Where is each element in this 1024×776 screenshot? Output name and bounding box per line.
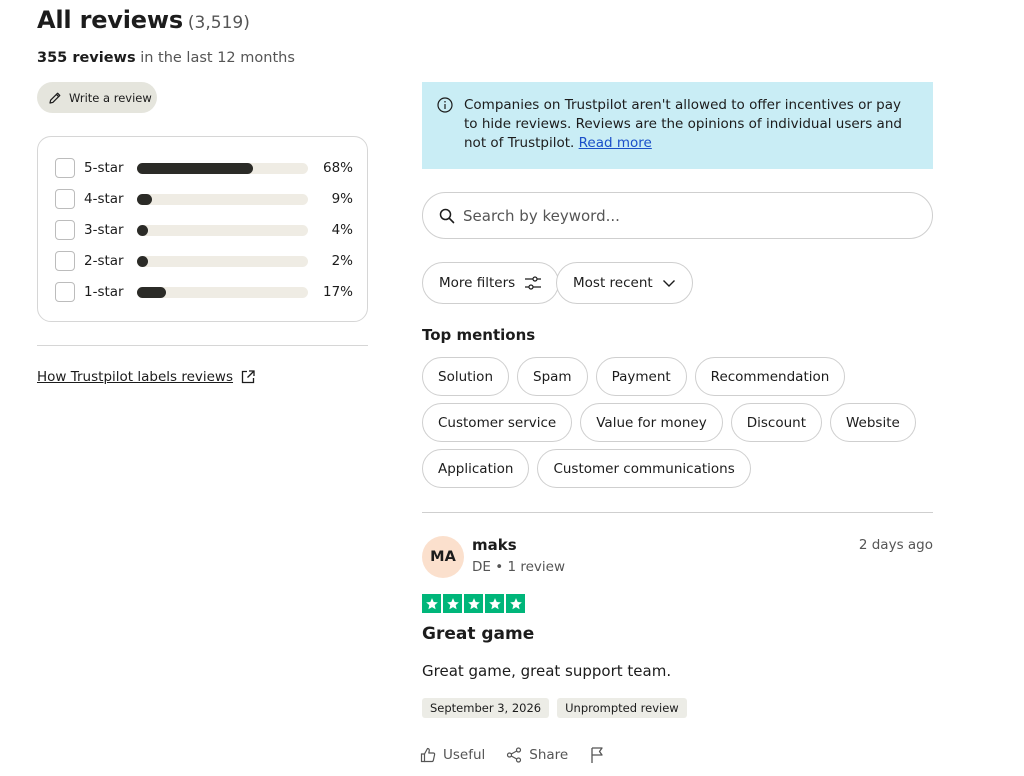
mention-chip[interactable]: Discount [730,403,822,442]
reviewer-name[interactable]: maks [472,536,517,554]
rating-row[interactable]: 5-star 68% [55,157,353,179]
review-tags: September 3, 2026 Unprompted review [422,698,687,718]
rating-percent: 9% [331,191,353,207]
star-icon [506,594,525,613]
rating-distribution: 5-star 68% 4-star 9% 3-star 4% 2-star 2% 1-star 1… [37,136,368,322]
rating-filter-checkbox[interactable] [55,251,75,271]
notice-text: Companies on Trustpilot aren't allowed t… [464,97,902,151]
mention-chip[interactable]: Value for money [580,403,723,442]
rating-filter-checkbox[interactable] [55,282,75,302]
rating-label: 1-star [84,284,124,300]
info-icon [437,97,453,113]
incentives-notice: Companies on Trustpilot aren't allowed t… [422,82,933,169]
rating-bar-fill [137,286,166,298]
reviews-heading: All reviews (3,519) [37,6,250,34]
rating-label: 2-star [84,253,124,269]
rating-percent: 68% [322,160,353,176]
rating-label: 5-star [84,160,124,176]
flag-icon [591,747,603,763]
review-relative-date: 2 days ago [858,537,933,553]
top-mentions-list: Solution Spam Payment Recommendation Custome… [422,357,937,488]
rating-label: 3-star [84,222,124,238]
more-filters-button[interactable]: More filters [422,262,560,304]
report-flag-button[interactable] [589,746,612,764]
write-review-button[interactable]: Write a review [37,82,157,113]
star-rating [422,594,525,613]
rating-percent: 17% [322,284,353,300]
mention-chip[interactable]: Recommendation [694,357,846,396]
sort-label: Most recent [573,275,653,291]
rating-row[interactable]: 1-star 17% [55,281,353,303]
pencil-icon [49,92,61,104]
write-review-label: Write a review [69,90,152,105]
review-actions: Useful Share [420,746,633,764]
share-button[interactable]: Share [506,747,568,763]
rating-row[interactable]: 3-star 4% [55,219,353,241]
reviewer-meta: DE • 1 review [472,559,565,575]
total-review-count: (3,519) [187,13,250,33]
mention-chip[interactable]: Customer communications [537,449,751,488]
external-link-icon [241,370,255,384]
right-divider [422,512,933,513]
read-more-link[interactable]: Read more [579,135,652,151]
recent-reviews-summary: 355 reviews in the last 12 months [37,50,295,66]
rating-bar-fill [137,193,152,205]
mention-chip[interactable]: Solution [422,357,509,396]
rating-bar-fill [137,224,148,236]
rating-bar-track [137,286,308,298]
avatar[interactable]: MA [422,536,464,578]
rating-bar-track [137,193,308,205]
rating-bar-fill [137,162,253,174]
review-body: Great game, great support team. [422,662,672,680]
rating-row[interactable]: 2-star 2% [55,250,353,272]
thumbs-up-icon [420,747,436,763]
share-icon [507,747,522,763]
star-icon [464,594,483,613]
review-date-tag: September 3, 2026 [422,698,550,718]
share-label: Share [529,747,569,763]
rating-bar-track [137,255,308,267]
how-link-label: How Trustpilot labels reviews [37,369,234,385]
search-icon [439,208,455,223]
rating-label: 4-star [84,191,124,207]
mention-chip[interactable]: Payment [595,357,687,396]
mention-chip[interactable]: Customer service [422,403,573,442]
top-mentions-title: Top mentions [422,326,536,344]
rating-percent: 2% [331,253,353,269]
chevron-down-icon [662,280,675,287]
sliders-icon [525,276,542,290]
left-divider [37,345,368,346]
useful-label: Useful [443,747,486,763]
rating-bar-fill [137,255,148,267]
sort-dropdown[interactable]: Most recent [556,262,693,304]
recent-review-suffix: in the last 12 months [140,50,295,66]
mention-chip[interactable]: Website [830,403,916,442]
rating-filter-checkbox[interactable] [55,158,75,178]
rating-percent: 4% [331,222,353,238]
star-icon [443,594,462,613]
search-box[interactable] [422,192,933,239]
star-icon [485,594,504,613]
star-icon [422,594,441,613]
more-filters-label: More filters [439,275,516,291]
mention-chip[interactable]: Spam [517,357,588,396]
rating-filter-checkbox[interactable] [55,220,75,240]
rating-bar-track [137,162,308,174]
recent-review-count: 355 reviews [37,50,136,66]
review-title[interactable]: Great game [422,624,534,644]
unprompted-review-badge[interactable]: Unprompted review [557,698,687,718]
rating-row[interactable]: 4-star 9% [55,188,353,210]
mention-chip[interactable]: Application [422,449,530,488]
useful-button[interactable]: Useful [420,747,485,763]
page-title: All reviews [37,6,183,34]
how-trustpilot-labels-link[interactable]: How Trustpilot labels reviews [37,369,256,385]
rating-bar-track [137,224,308,236]
rating-filter-checkbox[interactable] [55,189,75,209]
search-input[interactable] [463,206,903,225]
